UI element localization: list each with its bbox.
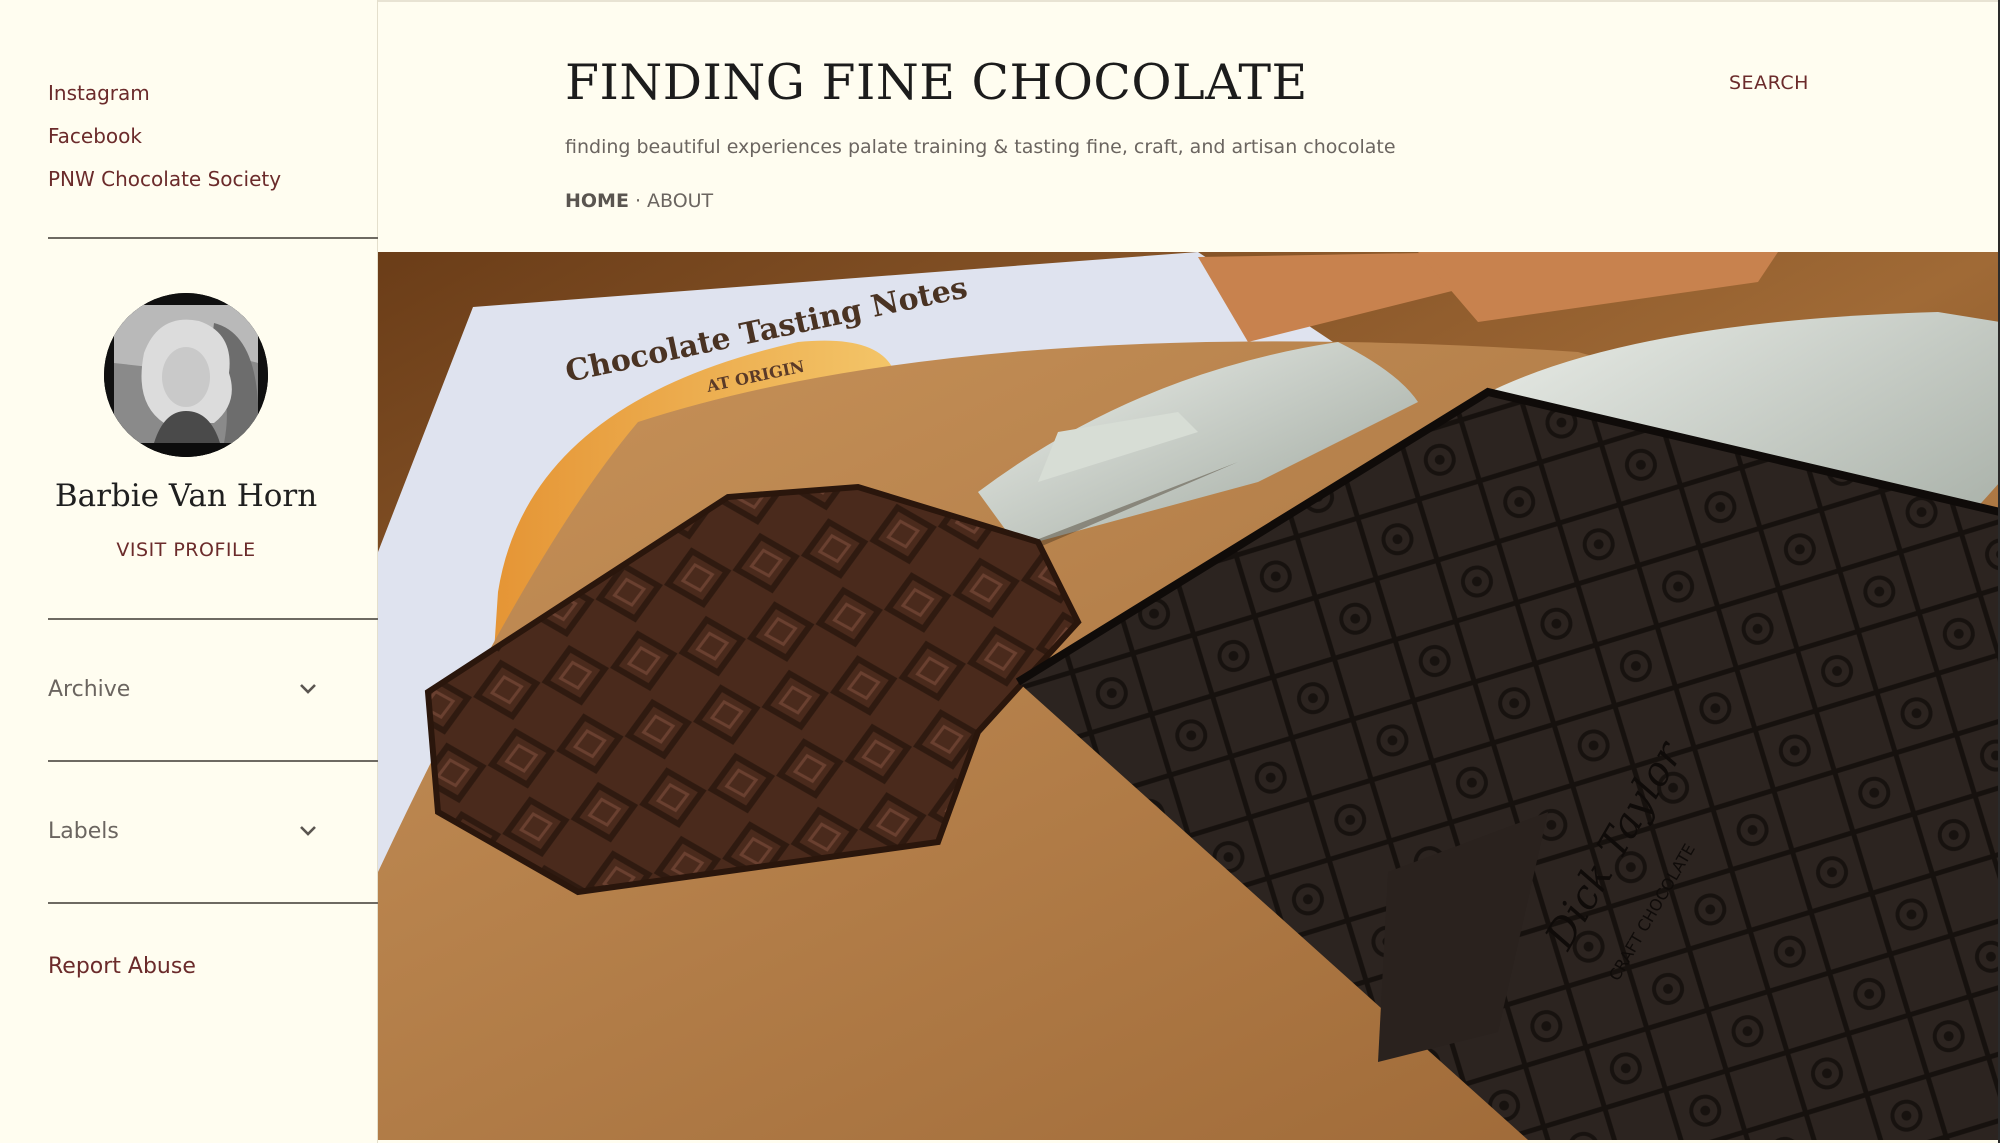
divider [48,760,378,762]
divider [48,902,378,904]
search-button[interactable]: SEARCH [1729,72,1809,94]
sidebar-link-pnw-chocolate-society[interactable]: PNW Chocolate Society [48,158,281,201]
chevron-down-icon [298,821,318,841]
sidebar-links: Instagram Facebook PNW Chocolate Society [48,72,281,201]
visit-profile-link[interactable]: VISIT PROFILE [0,539,372,561]
report-abuse-link[interactable]: Report Abuse [48,954,196,979]
chocolate-photo: Chocolate Tasting Notes AT ORIGIN Dick T… [378,252,2000,1140]
avatar[interactable] [104,293,268,457]
chevron-down-icon [298,679,318,699]
blog-header: FINDING FINE CHOCOLATE SEARCH finding be… [378,0,2000,252]
archive-dropdown[interactable]: Archive [48,669,318,709]
sidebar: Instagram Facebook PNW Chocolate Society… [0,0,378,1143]
sidebar-link-instagram[interactable]: Instagram [48,72,281,115]
nav-about[interactable]: ABOUT [647,190,713,212]
profile-photo [104,293,268,457]
blog-title[interactable]: FINDING FINE CHOCOLATE [565,54,1308,111]
profile-name: Barbie Van Horn [54,478,318,514]
labels-dropdown[interactable]: Labels [48,811,318,851]
archive-label: Archive [48,676,131,702]
page-nav: HOME · ABOUT [565,190,713,212]
blog-tagline: finding beautiful experiences palate tra… [565,136,1396,158]
sidebar-link-facebook[interactable]: Facebook [48,115,281,158]
nav-home[interactable]: HOME [565,190,629,212]
blog-page: Instagram Facebook PNW Chocolate Society… [0,0,2000,1143]
nav-separator: · [634,190,641,212]
divider [48,237,378,239]
labels-label: Labels [48,818,119,844]
divider [48,618,378,620]
header-image: Chocolate Tasting Notes AT ORIGIN Dick T… [378,252,2000,1140]
